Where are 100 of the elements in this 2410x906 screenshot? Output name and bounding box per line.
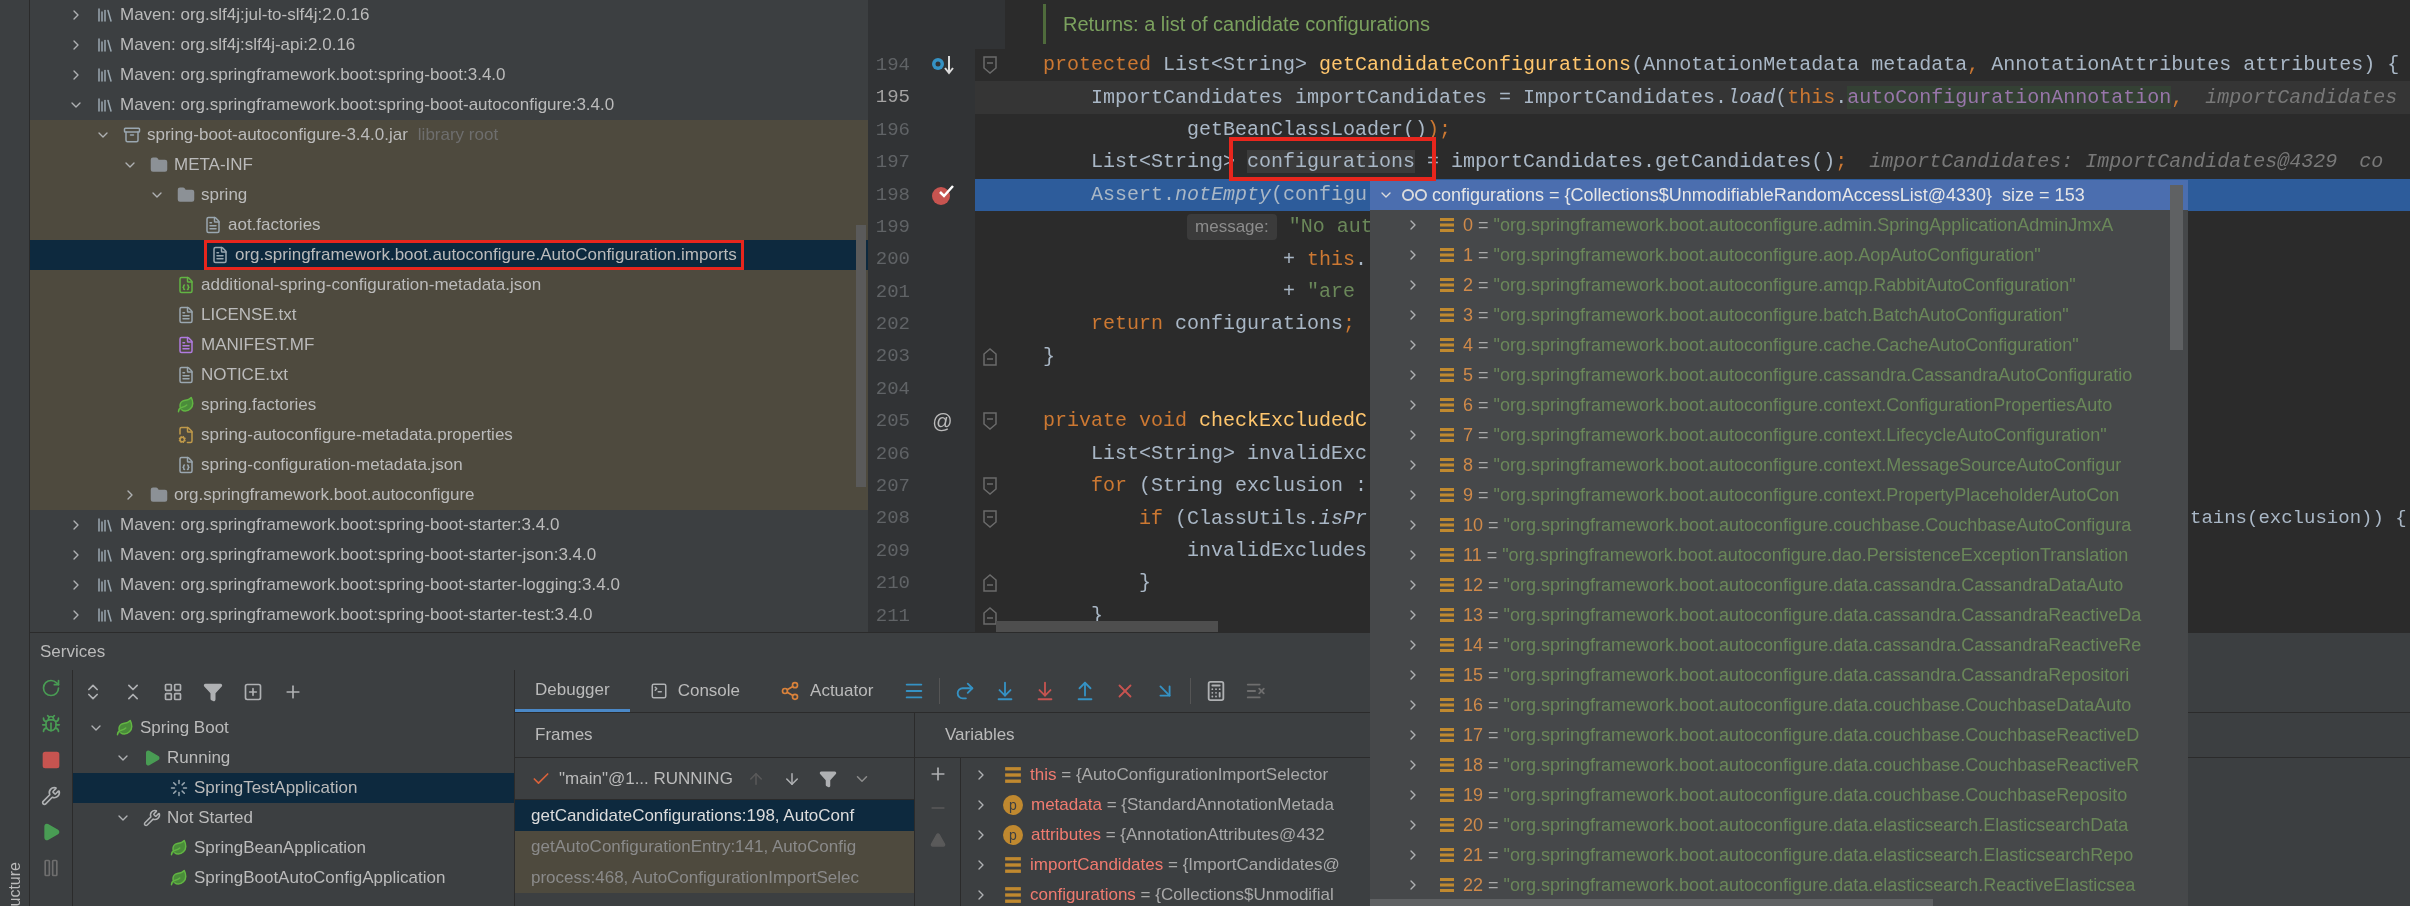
tree-item-label[interactable]: aot.factories — [228, 212, 321, 238]
folder-icon — [177, 186, 195, 204]
tree-item-label[interactable]: org.springframework.boot.autoconfigure.AutoConfiguration.imports — [235, 242, 737, 268]
list-entry: 6 = "org.springframework.boot.autoconfigure.context.ConfigurationPropertiesAuto — [1463, 393, 2113, 417]
thread-selector[interactable]: "main"@1... RUNNING — [559, 765, 733, 792]
override-marker-icon[interactable] — [929, 54, 956, 77]
tree-row[interactable]: spring — [30, 180, 868, 210]
tree-item-label[interactable]: SpringBeanApplication — [194, 835, 366, 861]
tree-row[interactable]: Maven: org.springframework.boot:spring-boot-starter-logging:3.4.0 — [30, 570, 868, 600]
tree-item-label[interactable]: spring-autoconfigure-metadata.properties — [201, 422, 513, 448]
tree-row[interactable]: org.springframework.boot.autoconfigure.AutoConfiguration.imports — [30, 240, 868, 270]
tree-item-label[interactable]: Maven: org.slf4j:jul-to-slf4j:2.0.16 — [120, 2, 370, 28]
gutter-marker[interactable]: @ — [932, 406, 953, 437]
scrollbar-thumb[interactable] — [996, 621, 1218, 633]
tree-item-label[interactable]: Running — [167, 745, 231, 771]
list-entry: 10 = "org.springframework.boot.autoconfigure.couchbase.CouchbaseAutoConfigura — [1463, 513, 2132, 537]
code-line: + this. — [1282, 246, 1368, 273]
tree-row[interactable]: SpringBeanApplication — [73, 833, 514, 864]
bug-icon[interactable] — [41, 714, 61, 735]
filter-icon[interactable] — [818, 769, 837, 788]
variable-entry[interactable]: importCandidates = {ImportCandidates@ — [1030, 852, 1340, 878]
variable-entry[interactable]: metadata = {StandardAnnotationMetada — [1031, 792, 1334, 818]
tree-item-label[interactable]: spring-boot-autoconfigure-3.4.0.jar — [147, 122, 408, 148]
fold-icon[interactable] — [983, 477, 997, 496]
scrollbar-thumb[interactable] — [856, 225, 866, 487]
tree-item-label[interactable]: SpringTestApplication — [194, 775, 358, 801]
tree-item-label[interactable]: MANIFEST.MF — [201, 332, 315, 358]
resume-icon[interactable] — [41, 822, 61, 843]
tree-item-label[interactable]: SpringBootAutoConfigApplication — [194, 865, 446, 891]
tree-item-label[interactable]: Maven: org.springframework.boot:spring-boot:3.4.0 — [120, 62, 506, 88]
tree-row[interactable]: SpringBootAutoConfigApplication — [73, 863, 514, 894]
tree-item-label[interactable]: Maven: org.springframework.boot:spring-boot-starter-logging:3.4.0 — [120, 572, 620, 598]
tab[interactable]: Debugger — [515, 670, 630, 713]
tree-item-label[interactable]: LICENSE.txt — [201, 302, 297, 328]
tool-window-tab[interactable]: ucture — [2, 861, 27, 906]
tree-item-label[interactable]: Maven: org.slf4j:slf4j-api:2.0.16 — [120, 32, 356, 58]
tree-item-label[interactable]: org.springframework.boot.autoconfigure — [174, 482, 475, 508]
tree-item-label[interactable]: META-INF — [174, 152, 253, 178]
grid-icon[interactable] — [163, 681, 183, 702]
scrollbar-thumb[interactable] — [1370, 899, 1933, 906]
fold-icon[interactable] — [983, 606, 997, 625]
tree-row[interactable]: Maven: org.slf4j:jul-to-slf4j:2.0.16 — [30, 0, 868, 30]
tree-row[interactable]: spring.factories — [30, 390, 868, 420]
fold-icon[interactable] — [983, 574, 997, 593]
tree-item-label[interactable]: spring — [201, 182, 248, 208]
tree-item-label[interactable]: NOTICE.txt — [201, 362, 288, 388]
tree-item-label[interactable]: Not Started — [167, 805, 253, 831]
tab[interactable]: Console — [629, 670, 761, 713]
list-entry: 14 = "org.springframework.boot.autoconfigure.data.cassandra.CassandraReactiveRe — [1463, 633, 2142, 657]
list-icon — [1439, 547, 1455, 563]
tree-row[interactable]: Spring Boot — [73, 713, 514, 744]
tree-row[interactable]: spring-configuration-metadata.json — [30, 450, 868, 480]
tree-item-label[interactable]: spring-configuration-metadata.json — [201, 452, 463, 478]
wrench-icon[interactable] — [41, 786, 61, 807]
tree-row[interactable]: Maven: org.slf4j:slf4j-api:2.0.16 — [30, 30, 868, 60]
add-service-icon[interactable] — [243, 681, 263, 702]
tree-row[interactable]: SpringTestApplication — [73, 773, 514, 804]
tree-row[interactable]: META-INF — [30, 150, 868, 180]
tree-row[interactable]: spring-autoconfigure-metadata.properties — [30, 420, 868, 450]
frame-row[interactable]: getCandidateConfigurations:198, AutoConf — [515, 800, 914, 832]
list-icon — [1439, 487, 1455, 503]
file-icon — [177, 426, 195, 444]
list-entry: 11 = "org.springframework.boot.autoconfigure.dao.PersistenceExceptionTranslation — [1463, 543, 2129, 567]
variable-entry[interactable]: attributes = {AnnotationAttributes@432 — [1031, 822, 1325, 848]
tree-item-label[interactable]: spring.factories — [201, 392, 317, 418]
tree-row[interactable]: Not Started — [73, 803, 514, 834]
fold-icon[interactable] — [983, 347, 997, 366]
tree-row[interactable]: NOTICE.txt — [30, 360, 868, 390]
tab[interactable]: Actuator — [760, 670, 894, 713]
tree-row[interactable]: org.springframework.boot.autoconfigure — [30, 480, 868, 510]
tree-row[interactable]: Running — [73, 743, 514, 774]
filter-icon[interactable] — [203, 681, 223, 702]
tree-row[interactable]: Maven: org.springframework.boot:spring-boot-autoconfigure:3.4.0 — [30, 90, 868, 120]
tree-item-label[interactable]: additional-spring-configuration-metadata.json — [201, 272, 542, 298]
tree-row[interactable]: Maven: org.springframework.boot:spring-boot-starter-json:3.4.0 — [30, 540, 868, 570]
scrollbar-thumb[interactable] — [2170, 185, 2183, 350]
library-icon — [96, 6, 114, 24]
panel-title: Frames — [535, 724, 593, 747]
tree-row[interactable]: LICENSE.txt — [30, 300, 868, 330]
fold-icon[interactable] — [983, 56, 997, 75]
tree-row[interactable]: additional-spring-configuration-metadata.json — [30, 270, 868, 300]
fold-icon[interactable] — [983, 412, 997, 431]
list-icon — [1439, 577, 1455, 593]
fold-icon[interactable] — [983, 509, 997, 528]
variable-entry[interactable]: this = {AutoConfigurationImportSelector — [1030, 762, 1329, 788]
stop-icon[interactable] — [41, 750, 61, 771]
tree-row[interactable]: Maven: org.springframework.boot:spring-boot-starter:3.4.0 — [30, 510, 868, 540]
variable-entry[interactable]: configurations = {Collections$Unmodifial — [1030, 882, 1334, 906]
rerun-icon[interactable] — [41, 678, 61, 699]
tree-item-label[interactable]: Maven: org.springframework.boot:spring-boot-starter-json:3.4.0 — [120, 542, 597, 568]
tree-row[interactable]: Maven: org.springframework.boot:spring-boot:3.4.0 — [30, 60, 868, 90]
tree-item-label[interactable]: Spring Boot — [140, 715, 229, 741]
tree-row[interactable]: Maven: org.springframework.boot:spring-boot-starter-test:3.4.0 — [30, 600, 868, 630]
list-icon — [1439, 877, 1455, 893]
list-icon — [1439, 727, 1455, 743]
tree-item-label[interactable]: Maven: org.springframework.boot:spring-boot-starter-test:3.4.0 — [120, 602, 593, 628]
tree-item-label[interactable]: Maven: org.springframework.boot:spring-boot-autoconfigure:3.4.0 — [120, 92, 615, 118]
tree-item-label[interactable]: Maven: org.springframework.boot:spring-boot-starter:3.4.0 — [120, 512, 560, 538]
tree-row[interactable]: aot.factories — [30, 210, 868, 240]
tree-row[interactable]: MANIFEST.MF — [30, 330, 868, 360]
